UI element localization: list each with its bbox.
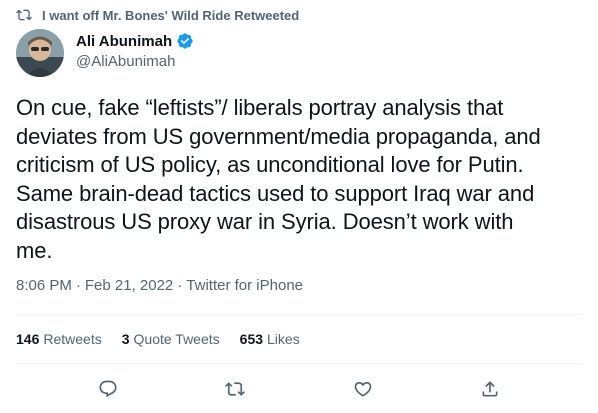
likes-label: Likes (267, 331, 300, 347)
retweet-icon (16, 9, 32, 21)
like-button[interactable] (351, 377, 375, 401)
likes-stat[interactable]: 653 Likes (240, 331, 300, 347)
retweets-stat[interactable]: 146 Retweets (16, 331, 102, 347)
retweet-indicator-label: I want off Mr. Bones' Wild Ride Retweete… (42, 7, 300, 23)
heart-icon (354, 381, 372, 397)
quote-tweets-stat[interactable]: 3 Quote Tweets (122, 331, 220, 347)
tweet-meta: 8:06 PM · Feb 21, 2022 · Twitter for iPh… (16, 277, 303, 294)
tweet-time[interactable]: 8:06 PM (16, 277, 72, 294)
divider (16, 363, 582, 364)
share-button[interactable] (478, 377, 502, 401)
verified-badge-icon (177, 33, 193, 49)
retweets-label: Retweets (43, 331, 102, 347)
retweet-icon (225, 382, 246, 396)
quote-tweets-label: Quote Tweets (133, 331, 220, 347)
retweet-indicator[interactable]: I want off Mr. Bones' Wild Ride Retweete… (16, 7, 299, 23)
tweet-text: On cue, fake “leftists”/ liberals portra… (16, 95, 541, 263)
engagement-stats: 146 Retweets 3 Quote Tweets 653 Likes (16, 331, 300, 347)
meta-separator: · (177, 277, 183, 294)
action-bar (0, 377, 598, 401)
author-info[interactable]: Ali Abunimah @AliAbunimah (76, 32, 194, 70)
tweet: I want off Mr. Bones' Wild Ride Retweete… (0, 0, 598, 413)
author-handle[interactable]: @AliAbunimah (76, 53, 194, 70)
tweet-date[interactable]: Feb 21, 2022 (85, 277, 173, 294)
divider (16, 314, 582, 315)
avatar[interactable] (16, 29, 64, 77)
retweet-button[interactable] (223, 377, 247, 401)
reply-icon (99, 380, 117, 398)
reply-button[interactable] (96, 377, 120, 401)
author-display-name[interactable]: Ali Abunimah (76, 33, 172, 50)
retweets-count: 146 (16, 331, 40, 347)
meta-separator: · (75, 277, 81, 294)
share-icon (482, 381, 498, 397)
tweet-source[interactable]: Twitter for iPhone (186, 277, 303, 294)
likes-count: 653 (239, 331, 264, 347)
avatar-image (16, 29, 64, 77)
quote-tweets-count: 3 (121, 331, 130, 347)
